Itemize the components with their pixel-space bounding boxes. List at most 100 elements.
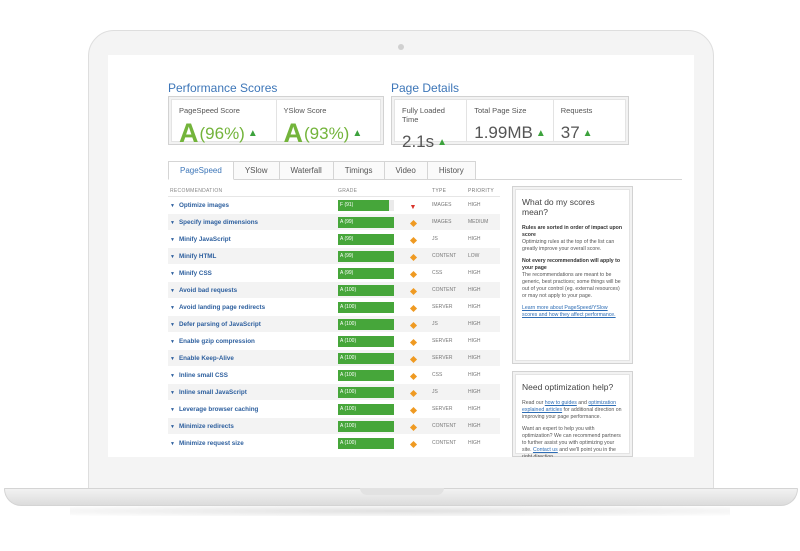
rule-type: CONTENT — [432, 440, 457, 446]
rule-priority: HIGH — [468, 236, 481, 242]
tab-video[interactable]: Video — [384, 161, 428, 180]
neutral-diamond-icon — [409, 338, 417, 347]
expand-caret-icon[interactable]: ▼ — [170, 254, 175, 260]
rule-type: SERVER — [432, 304, 453, 310]
expand-caret-icon[interactable]: ▼ — [170, 390, 175, 396]
table-row[interactable]: ▼ Minimize redirects A (100) CONTENT HIGH — [168, 418, 500, 435]
pagespeed-score: PageSpeed Score A (96%) ▲ — [172, 100, 277, 147]
expand-caret-icon[interactable]: ▼ — [170, 271, 175, 277]
expand-caret-icon[interactable]: ▼ — [170, 288, 175, 294]
expand-caret-icon[interactable]: ▼ — [170, 203, 175, 209]
rule-priority: HIGH — [468, 423, 481, 429]
rule-name[interactable]: ▼ Enable gzip compression — [168, 338, 338, 345]
yslow-grade: A — [283, 118, 304, 148]
how-to-guides-link[interactable]: how to guides — [545, 400, 577, 406]
help-panel-title: Need optimization help? — [522, 382, 614, 392]
grade-bar: A (100) — [338, 301, 394, 313]
rule-priority: HIGH — [468, 270, 481, 276]
rule-name-label: Avoid landing page redirects — [178, 303, 266, 311]
table-row[interactable]: ▼ Avoid bad requests A (100) CONTENT HIGH — [168, 282, 500, 299]
table-row[interactable]: ▼ Minify HTML A (99) CONTENT LOW — [168, 248, 500, 265]
pagespeed-percent: (96%) — [199, 123, 245, 143]
expand-caret-icon[interactable]: ▼ — [170, 424, 175, 430]
rule-name-label: Minify JavaScript — [178, 235, 231, 243]
rule-name[interactable]: ▼ Optimize images — [168, 202, 338, 209]
performance-scores-title: Performance Scores — [168, 81, 278, 95]
rule-name-label: Inline small CSS — [178, 371, 228, 379]
tab-yslow[interactable]: YSlow — [233, 161, 280, 180]
rule-type: JS — [432, 236, 438, 242]
neutral-diamond-icon — [409, 440, 417, 449]
learn-more-link[interactable]: Learn more about PageSpeed/YSlow scores … — [522, 305, 616, 318]
expand-caret-icon[interactable]: ▼ — [170, 305, 175, 311]
neutral-diamond-icon — [409, 236, 417, 245]
rule-name-label: Specify image dimensions — [178, 218, 259, 226]
table-body: ▼ Optimize images F (91) ▼ IMAGES HIGH ▼ Specif… — [168, 197, 500, 452]
expand-caret-icon[interactable]: ▼ — [170, 339, 175, 345]
grade-bar: A (99) — [338, 216, 394, 228]
expand-caret-icon[interactable]: ▼ — [170, 407, 175, 413]
rule-type: JS — [432, 389, 438, 395]
rule-type: CONTENT — [432, 423, 457, 429]
table-row[interactable]: ▼ Leverage browser caching A (100) SERVER HI… — [168, 401, 500, 418]
total-page-size-value: 1.99MB — [474, 123, 533, 142]
contact-us-link[interactable]: Contact us — [533, 447, 558, 453]
rule-name-label: Enable gzip compression — [178, 337, 255, 345]
rule-name[interactable]: ▼ Minify JavaScript — [168, 236, 338, 243]
tab-history[interactable]: History — [427, 161, 476, 180]
rule-priority: HIGH — [468, 355, 481, 361]
table-row[interactable]: ▼ Enable gzip compression A (100) SERVER HIG… — [168, 333, 500, 350]
rule-name[interactable]: ▼ Leverage browser caching — [168, 406, 338, 413]
rule-name-label: Minify HTML — [178, 252, 217, 260]
rule-name[interactable]: ▼ Minimize redirects — [168, 423, 338, 430]
rule-name[interactable]: ▼ Enable Keep-Alive — [168, 355, 338, 362]
rule-name[interactable]: ▼ Avoid landing page redirects — [168, 304, 338, 311]
table-row[interactable]: ▼ Enable Keep-Alive A (100) SERVER HIGH — [168, 350, 500, 367]
expand-caret-icon[interactable]: ▼ — [170, 322, 175, 328]
table-row[interactable]: ▼ Minimize request size A (100) CONTENT HIGH — [168, 435, 500, 452]
neutral-diamond-icon — [409, 389, 417, 398]
table-row[interactable]: ▼ Defer parsing of JavaScript A (100) JS HIG… — [168, 316, 500, 333]
header-priority: PRIORITY — [468, 188, 495, 194]
rule-name[interactable]: ▼ Minify CSS — [168, 270, 338, 277]
rule-name[interactable]: ▼ Minimize request size — [168, 440, 338, 447]
expand-caret-icon[interactable]: ▼ — [170, 220, 175, 226]
table-row[interactable]: ▼ Specify image dimensions A (99) IMAGES MED… — [168, 214, 500, 231]
rule-name[interactable]: ▼ Minify HTML — [168, 253, 338, 260]
grade-bar: A (100) — [338, 437, 394, 449]
neutral-diamond-icon — [409, 270, 417, 279]
total-page-size-label: Total Page Size — [474, 106, 527, 115]
table-row[interactable]: ▼ Inline small JavaScript A (100) JS HIGH — [168, 384, 500, 401]
rule-name[interactable]: ▼ Defer parsing of JavaScript — [168, 321, 338, 328]
screen: Performance Scores PageSpeed Score A (96… — [108, 55, 694, 457]
yslow-percent: (93%) — [304, 123, 350, 143]
expand-caret-icon[interactable]: ▼ — [170, 373, 175, 379]
table-row[interactable]: ▼ Avoid landing page redirects A (100) SERV… — [168, 299, 500, 316]
rule-name[interactable]: ▼ Inline small CSS — [168, 372, 338, 379]
fully-loaded-time: Fully Loaded Time 2.1s ▲ — [395, 100, 468, 151]
grade-bar: A (100) — [338, 318, 394, 330]
table-row[interactable]: ▼ Minify JavaScript A (99) JS HIGH — [168, 231, 500, 248]
yslow-score-label: YSlow Score — [283, 106, 327, 115]
rule-priority: HIGH — [468, 287, 481, 293]
expand-caret-icon[interactable]: ▼ — [170, 237, 175, 243]
tab-pagespeed[interactable]: PageSpeed — [168, 161, 234, 180]
scores-panel-heading-2: Not every recommendation will apply to y… — [522, 258, 621, 272]
rule-name[interactable]: ▼ Avoid bad requests — [168, 287, 338, 294]
table-row[interactable]: ▼ Optimize images F (91) ▼ IMAGES HIGH — [168, 197, 500, 214]
table-row[interactable]: ▼ Minify CSS A (99) CSS HIGH — [168, 265, 500, 282]
header-grade: GRADE — [338, 188, 358, 194]
expand-caret-icon[interactable]: ▼ — [170, 356, 175, 362]
rule-name[interactable]: ▼ Specify image dimensions — [168, 219, 338, 226]
tab-timings[interactable]: Timings — [333, 161, 385, 180]
expand-caret-icon[interactable]: ▼ — [170, 441, 175, 447]
grade-bar: A (100) — [338, 284, 394, 296]
camera-icon — [398, 44, 404, 50]
tab-waterfall[interactable]: Waterfall — [279, 161, 334, 180]
rule-type: IMAGES — [432, 202, 452, 208]
table-row[interactable]: ▼ Inline small CSS A (100) CSS HIGH — [168, 367, 500, 384]
rule-name-label: Avoid bad requests — [178, 286, 238, 294]
rule-name[interactable]: ▼ Inline small JavaScript — [168, 389, 338, 396]
rule-name-label: Inline small JavaScript — [178, 388, 247, 396]
grade-bar: A (100) — [338, 335, 394, 347]
